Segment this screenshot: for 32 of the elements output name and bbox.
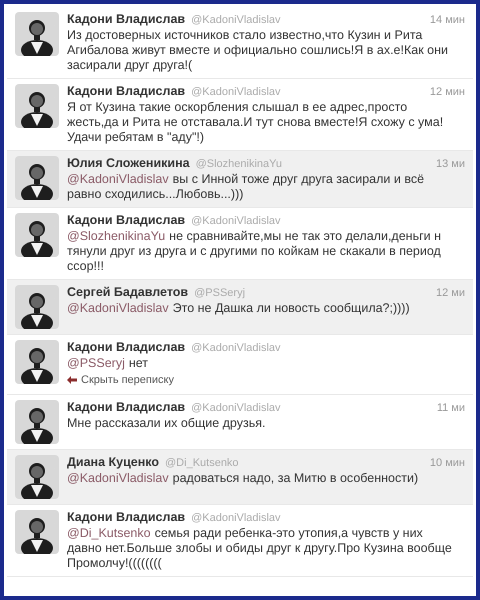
author-name[interactable]: Кадони Владислав (67, 84, 186, 98)
author-name[interactable]: Кадони Владислав (67, 400, 186, 414)
tweet-time[interactable]: 12 мин (430, 86, 465, 98)
hide-conversation-link[interactable]: Скрыть переписку (67, 374, 174, 386)
tweet-text: @KadoniVladislav радоваться надо, за Митю в особенности) (67, 471, 420, 486)
tweet-text: @Di_Kutsenko семья ради ребенка-это утопия,а чувств у них давно нет.Больше злобы и обиды друг к другу.Про Кузина вообще Промолчу!(((((((( (67, 526, 453, 571)
author-name[interactable]: Юлия Сложеникина (67, 156, 190, 170)
tweet-time[interactable]: 13 ми (436, 158, 465, 170)
tweet-time[interactable]: 12 ми (436, 287, 465, 299)
author-name[interactable]: Кадони Владислав (67, 213, 186, 227)
mention-link[interactable]: @PSSeryj (67, 356, 125, 370)
tweet-text: Из достоверных источников стало известно,что Кузин и Рита Агибалова живут вместе и официально сошлись!Я в ах.е!Как они засирали друг друга!( (67, 28, 449, 73)
author-name[interactable]: Сергей Бадавлетов (67, 285, 188, 299)
back-arrow-icon (67, 376, 77, 384)
tweet-text: Я от Кузина такие оскорбления слышал в ее адрес,просто жесть,да и Рита не отставала.И тут снова вместе!Я схожу с ума! Удачи ребятам в "аду"!) (67, 100, 444, 145)
author-name[interactable]: Кадони Владислав (67, 510, 186, 524)
mention-link[interactable]: @KadoniVladislav (67, 471, 169, 485)
mention-link[interactable]: @KadoniVladislav (67, 172, 169, 186)
tweet-text: @KadoniVladislav Это не Дашка ли новость сообщила?;)))) (67, 301, 411, 316)
tweet-text: Мне рассказали их общие друзья. (67, 416, 266, 431)
mention-link[interactable]: @Di_Kutsenko (67, 526, 151, 540)
author-name[interactable]: Кадони Владислав (67, 12, 186, 26)
tweet-text: @SlozhenikinaYu не сравнивайте,мы не так это делали,деньги н тянули друг из друга и с другими по койкам не скакали в период ссор!!! (67, 229, 442, 274)
author-name[interactable]: Кадони Владислав (67, 340, 186, 354)
tweet-time[interactable]: 14 мин (430, 14, 465, 26)
mention-link[interactable]: @SlozhenikinaYu (67, 229, 166, 243)
tweet-text: @PSSeryj нет (67, 356, 150, 371)
author-name[interactable]: Диана Куценко (67, 455, 160, 469)
tweet-text: @KadoniVladislav вы с Инной тоже друг друга засирали и всё равно сходились...Любовь...))) (67, 172, 426, 202)
mention-link[interactable]: @KadoniVladislav (67, 301, 169, 315)
tweet-time[interactable]: 11 ми (436, 402, 465, 414)
tweet-time[interactable]: 10 мин (430, 457, 465, 469)
